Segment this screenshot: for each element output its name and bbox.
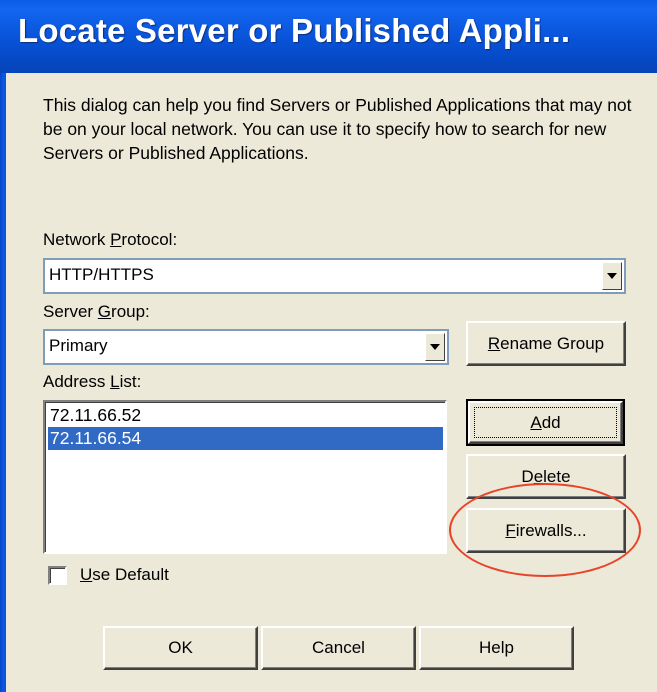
server-group-label: Server Group: <box>43 302 150 321</box>
locate-server-dialog: Locate Server or Published Appli... This… <box>0 0 657 692</box>
network-protocol-label: Network Protocol: <box>43 230 178 249</box>
list-item-selected[interactable]: 72.11.66.54 <box>48 427 443 450</box>
list-item[interactable]: 72.11.66.52 <box>48 404 443 427</box>
network-protocol-dropdown-button[interactable] <box>602 262 622 290</box>
rename-group-button[interactable]: Rename Group <box>466 321 626 366</box>
delete-button[interactable]: De lete <box>466 454 626 499</box>
window-frame-left <box>0 73 6 692</box>
dialog-title: Locate Server or Published Appli... <box>18 12 571 49</box>
network-protocol-value: HTTP/HTTPS <box>49 265 154 284</box>
use-default-label[interactable]: Use Default <box>80 565 169 585</box>
server-group-select[interactable]: Primary <box>43 329 449 365</box>
server-group-value: Primary <box>49 336 108 355</box>
address-list-label: Address List: <box>43 372 142 391</box>
network-protocol-select[interactable]: HTTP/HTTPS <box>43 258 626 294</box>
ok-button[interactable]: OK <box>103 626 258 670</box>
firewalls-button[interactable]: Firewalls... <box>466 508 626 553</box>
help-button[interactable]: Help <box>419 626 574 670</box>
use-default-checkbox[interactable] <box>48 566 67 585</box>
title-bar[interactable]: Locate Server or Published Appli... <box>0 0 657 73</box>
address-list[interactable]: 72.11.66.52 72.11.66.54 <box>43 400 447 554</box>
chevron-down-icon <box>607 273 617 279</box>
dialog-description: This dialog can help you find Servers or… <box>43 95 632 163</box>
cancel-button[interactable]: Cancel <box>261 626 416 670</box>
server-group-dropdown-button[interactable] <box>425 333 445 361</box>
add-button[interactable]: Add <box>466 399 625 446</box>
chevron-down-icon <box>430 344 440 350</box>
